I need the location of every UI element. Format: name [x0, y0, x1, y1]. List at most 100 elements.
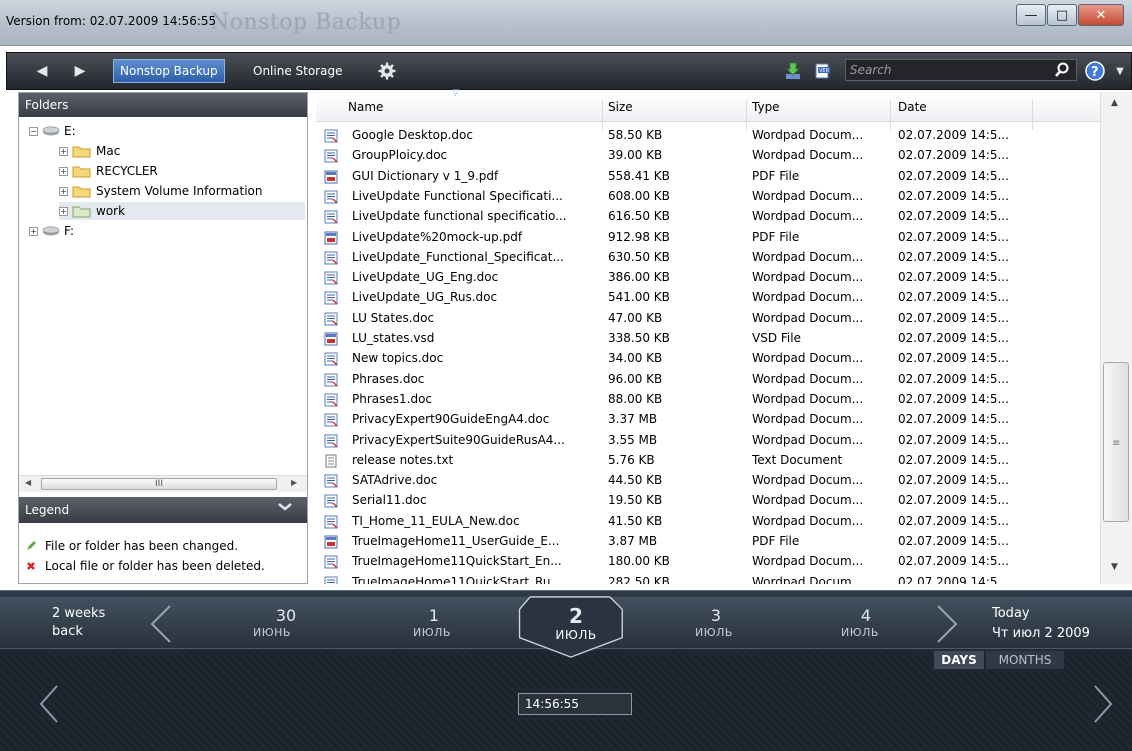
- legend-collapse-chevron-icon[interactable]: [277, 501, 293, 516]
- toolbar: ◀ ▶ Nonstop Backup Online Storage VER ? …: [6, 52, 1132, 90]
- table-row[interactable]: TrueImageHome11QuickStart_Ru... 282.50 KB…: [316, 573, 1100, 584]
- settings-gear-icon[interactable]: [377, 61, 397, 81]
- tree-item-drive-f[interactable]: + F:: [29, 222, 74, 240]
- table-row[interactable]: LiveUpdate_UG_Eng.doc 386.00 KB Wordpad Do…: [316, 268, 1100, 288]
- table-row[interactable]: Phrases.doc 96.00 KB Wordpad Docum... 02.07…: [316, 370, 1100, 390]
- maximize-button[interactable]: □: [1047, 4, 1077, 26]
- cell-name: GroupPloicy.doc: [352, 148, 448, 163]
- cell-type: Wordpad Docum...: [752, 148, 864, 163]
- vertical-scrollbar[interactable]: ▲ ≡ ▼: [1100, 92, 1132, 584]
- day-month: ИЮЛЬ: [695, 626, 733, 639]
- day-number[interactable]: 3: [676, 606, 756, 625]
- forward-arrow-icon[interactable]: ▶: [71, 62, 89, 80]
- prev-days-chevron-icon[interactable]: [148, 604, 174, 647]
- table-row[interactable]: Phrases1.doc 88.00 KB Wordpad Docum... 02.0…: [316, 390, 1100, 410]
- expand-toggle[interactable]: +: [59, 206, 68, 216]
- day-number[interactable]: 30: [246, 606, 326, 625]
- table-row[interactable]: release notes.txt 5.76 KB Text Document 02.…: [316, 451, 1100, 471]
- tree-item-mac[interactable]: + Mac: [59, 142, 120, 160]
- scroll-left-icon[interactable]: ◀: [25, 478, 31, 487]
- table-row[interactable]: New topics.doc 34.00 KB Wordpad Docum... 02…: [316, 349, 1100, 369]
- help-icon[interactable]: ?: [1085, 61, 1105, 81]
- view-months-toggle[interactable]: MONTHS: [986, 651, 1064, 669]
- column-header-type[interactable]: Type: [752, 100, 780, 114]
- drive-icon: [42, 126, 60, 136]
- legend-text: File or folder has been changed.: [45, 539, 239, 553]
- tree-item-work[interactable]: + work: [59, 202, 305, 220]
- cell-name: LU_states.vsd: [352, 331, 435, 345]
- expand-toggle[interactable]: +: [59, 186, 68, 196]
- table-row[interactable]: LiveUpdate Functional Specificati... 608.…: [316, 187, 1100, 207]
- table-row[interactable]: Serial11.doc 19.50 KB Wordpad Docum... 02.0…: [316, 491, 1100, 511]
- table-row[interactable]: LiveUpdate_Functional_Specificat... 630.5…: [316, 248, 1100, 268]
- next-time-chevron-icon[interactable]: [1092, 684, 1114, 727]
- cell-date: 02.07.2009 14:5...: [898, 249, 1009, 264]
- tab-online-storage[interactable]: Online Storage: [247, 59, 348, 83]
- help-dropdown-chevron-icon[interactable]: ▼: [1111, 62, 1129, 80]
- table-row[interactable]: TrueImageHome11_UserGuide_E... 3.87 MB PDF…: [316, 532, 1100, 552]
- scroll-right-icon[interactable]: ▶: [291, 478, 297, 487]
- close-button[interactable]: ✕: [1078, 4, 1124, 26]
- table-row[interactable]: GroupPloicy.doc 39.00 KB Wordpad Docum... 0…: [316, 146, 1100, 166]
- download-icon[interactable]: [783, 61, 803, 81]
- doc-file-icon: [324, 352, 338, 366]
- cell-name: PrivacyExpertSuite90GuideRusA4...: [352, 432, 565, 447]
- sort-indicator-icon: ▽: [452, 88, 459, 98]
- cell-name: LiveUpdate Functional Specificati...: [352, 188, 563, 203]
- current-day-number[interactable]: 2: [536, 604, 616, 628]
- legend-item-deleted: Local file or folder has been deleted.: [25, 559, 265, 573]
- column-header-size[interactable]: Size: [608, 100, 633, 114]
- cell-type: Wordpad Docum...: [752, 351, 864, 366]
- scrollbar-thumb[interactable]: III: [41, 478, 277, 490]
- horizontal-scrollbar[interactable]: ◀ III ▶: [19, 475, 307, 492]
- tab-nonstop-backup[interactable]: Nonstop Backup: [113, 59, 225, 83]
- table-row[interactable]: LU States.doc 47.00 KB Wordpad Docum... 02.…: [316, 309, 1100, 329]
- cell-type: Wordpad Docum...: [752, 432, 864, 447]
- table-row[interactable]: Google Desktop.doc 58.50 KB Wordpad Docum.…: [316, 126, 1100, 146]
- cell-date: 02.07.2009 14:5...: [898, 310, 1009, 325]
- scroll-up-icon[interactable]: ▲: [1111, 98, 1118, 108]
- column-header-date[interactable]: Date: [898, 100, 927, 114]
- table-row[interactable]: LU_states.vsd 338.50 KB VSD File 02.07.2009…: [316, 329, 1100, 349]
- today-label[interactable]: Today: [992, 606, 1030, 621]
- table-row[interactable]: SATAdrive.doc 44.50 KB Wordpad Docum... 02.…: [316, 471, 1100, 491]
- two-weeks-back-label[interactable]: 2 weeks: [52, 606, 105, 621]
- expand-toggle[interactable]: +: [59, 146, 68, 156]
- scrollbar-thumb[interactable]: ≡: [1103, 362, 1129, 522]
- expand-toggle[interactable]: +: [59, 166, 68, 176]
- table-row[interactable]: LiveUpdate%20mock-up.pdf 912.98 KB PDF Fil…: [316, 228, 1100, 248]
- expand-toggle[interactable]: +: [29, 226, 38, 236]
- search-input[interactable]: [850, 62, 1040, 78]
- column-header-name[interactable]: Name: [348, 100, 383, 114]
- cell-size: 338.50 KB: [608, 331, 670, 345]
- ver-icon[interactable]: VER: [813, 61, 833, 81]
- minimize-button[interactable]: —: [1016, 4, 1046, 26]
- next-days-chevron-icon[interactable]: [934, 604, 960, 647]
- prev-time-chevron-icon[interactable]: [38, 684, 60, 727]
- red-x-icon: [27, 562, 35, 570]
- cell-size: 34.00 KB: [608, 351, 663, 366]
- doc-file-icon: [324, 555, 338, 569]
- two-weeks-back-label-2[interactable]: back: [52, 624, 83, 639]
- view-days-toggle[interactable]: DAYS: [934, 651, 984, 669]
- table-row[interactable]: PrivacyExpert90GuideEngA4.doc 3.37 MB Word…: [316, 410, 1100, 430]
- table-row[interactable]: PrivacyExpertSuite90GuideRusA4... 3.55 MB…: [316, 431, 1100, 451]
- day-number[interactable]: 4: [826, 606, 906, 625]
- tree-item-system-volume-information[interactable]: + System Volume Information: [59, 182, 262, 200]
- cell-date: 02.07.2009 14:5...: [898, 412, 1009, 427]
- tree-item-drive-e[interactable]: − E:: [29, 122, 76, 140]
- collapse-toggle[interactable]: −: [29, 126, 38, 136]
- day-month: ИЮЛЬ: [413, 626, 451, 639]
- table-row[interactable]: TI_Home_11_EULA_New.doc 41.50 KB Wordpad D…: [316, 512, 1100, 532]
- table-row[interactable]: TrueImageHome11QuickStart_En... 180.00 KB…: [316, 552, 1100, 572]
- back-arrow-icon[interactable]: ◀: [33, 62, 51, 80]
- table-row[interactable]: LiveUpdate functional specificatio... 616…: [316, 207, 1100, 227]
- tree-item-recycler[interactable]: + RECYCLER: [59, 162, 158, 180]
- table-row[interactable]: GUI Dictionary v 1_9.pdf 558.41 KB PDF Fil…: [316, 167, 1100, 187]
- time-display[interactable]: 14:56:55: [518, 693, 632, 715]
- day-number[interactable]: 1: [394, 606, 474, 625]
- scroll-down-icon[interactable]: ▼: [1111, 562, 1118, 572]
- search-icon[interactable]: [1054, 62, 1070, 81]
- legend-header[interactable]: Legend: [19, 497, 307, 523]
- table-row[interactable]: LiveUpdate_UG_Rus.doc 541.00 KB Wordpad Do…: [316, 288, 1100, 308]
